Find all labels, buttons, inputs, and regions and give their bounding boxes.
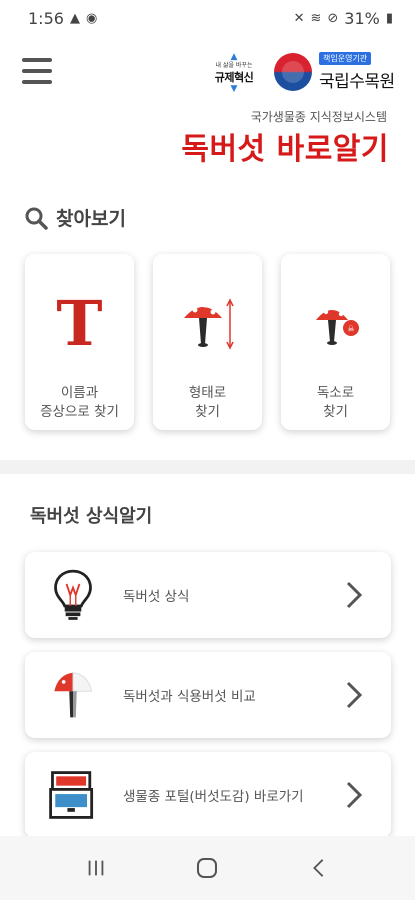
gov-tag: 책임운영기관 <box>319 52 372 65</box>
home-button[interactable] <box>187 848 227 888</box>
search-cards: T 이름과 증상으로 찾기 형태로 찾기 ☠ 독소로 찾기 <box>25 254 390 430</box>
box-portal-svg <box>49 771 94 819</box>
menu-icon-bar <box>22 80 52 84</box>
search-heading-label: 찾아보기 <box>56 208 126 230</box>
wifi-icon: ≋ <box>310 10 322 26</box>
battery-percent: 31% <box>344 8 380 28</box>
t-glyph: T <box>56 287 103 360</box>
search-by-toxin-label: 독소로 찾기 <box>316 385 355 420</box>
knowledge-list: 독버섯 상식 독버섯과 식용버섯 비교 생물종 포털(버섯도감) 바로가기 <box>25 552 391 852</box>
search-by-toxin-card[interactable]: ☠ 독소로 찾기 <box>281 254 390 430</box>
chevron-right-icon <box>346 581 363 609</box>
eye-icon: ◉ <box>85 10 98 26</box>
recent-apps-icon <box>88 860 104 876</box>
mushroom-compare-svg <box>54 672 93 718</box>
search-by-shape-card[interactable]: 형태로 찾기 <box>153 254 262 430</box>
regulation-innovation-logo: ▲ 내 삶을 바꾸는 규제혁신 ▼ <box>206 50 262 94</box>
mushroom-toxin-icon: ☠ <box>306 284 366 364</box>
search-by-shape-label: 형태로 찾기 <box>188 385 227 420</box>
taegeuk-icon <box>274 53 312 91</box>
knowledge-heading: 독버섯 상식알기 <box>30 506 153 527</box>
gov-name: 국립수목원 <box>319 72 395 92</box>
app-title: 독버섯 바로알기 <box>181 132 389 167</box>
recent-apps-button[interactable] <box>76 848 116 888</box>
mushroom-shape-svg <box>183 298 234 350</box>
arrow-up-icon: ▲ <box>230 52 238 62</box>
svg-text:☠: ☠ <box>347 325 354 334</box>
section-divider <box>0 460 415 474</box>
menu-button[interactable] <box>22 58 52 84</box>
warning-icon: ▲ <box>69 10 80 26</box>
app-header: ▲ 내 삶을 바꾸는 규제혁신 ▼ 책임운영기관 국립수목원 국가생물종 지식정… <box>0 36 415 176</box>
chevron-right-icon <box>346 681 363 709</box>
lightbulb-svg <box>54 569 92 620</box>
battery-icon: ▮ <box>385 10 393 26</box>
chevron-right-icon <box>346 781 363 809</box>
knowledge-item-compare[interactable]: 독버섯과 식용버섯 비교 <box>25 652 391 738</box>
status-left: 1:56 ▲ ◉ <box>28 9 97 28</box>
lightbulb-icon <box>43 565 103 625</box>
search-by-name-card[interactable]: T 이름과 증상으로 찾기 <box>25 254 134 430</box>
knowledge-item-portal[interactable]: 생물종 포털(버섯도감) 바로가기 <box>25 752 391 838</box>
app-subtitle: 국가생물종 지식정보시스템 <box>250 110 387 124</box>
menu-icon <box>22 58 52 62</box>
knowledge-item-tips[interactable]: 독버섯 상식 <box>25 552 391 638</box>
menu-icon-bar <box>22 69 52 73</box>
status-bar: 1:56 ▲ ◉ ✕ ≋ ⊘ 31% ▮ <box>0 0 415 36</box>
arrow-down-icon: ▼ <box>230 84 238 94</box>
national-arboretum-logo: 책임운영기관 국립수목원 <box>274 50 404 94</box>
reg-logo-big: 규제혁신 <box>214 70 254 84</box>
box-portal-icon <box>43 765 103 825</box>
mushroom-toxin-svg: ☠ <box>315 305 359 345</box>
mushroom-shape-icon <box>178 284 238 364</box>
mute-icon: ✕ <box>293 10 305 26</box>
back-button[interactable] <box>299 848 339 888</box>
status-right: ✕ ≋ ⊘ 31% ▮ <box>294 9 393 28</box>
search-icon <box>25 207 48 230</box>
home-icon <box>197 858 218 878</box>
text-t-icon: T <box>56 284 102 364</box>
no-signal-icon: ⊘ <box>327 10 339 26</box>
system-nav-bar <box>0 836 415 900</box>
mushroom-compare-icon <box>43 665 103 725</box>
back-icon <box>313 859 324 877</box>
status-time: 1:56 <box>28 8 64 28</box>
search-by-name-label: 이름과 증상으로 찾기 <box>40 385 119 420</box>
search-heading: 찾아보기 <box>24 204 126 231</box>
